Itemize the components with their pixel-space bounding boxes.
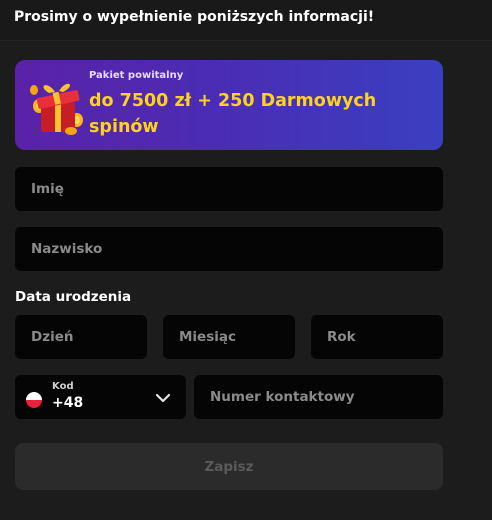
- phone-code-label: Kod: [52, 381, 74, 392]
- dob-day-placeholder: Dzień: [31, 329, 74, 345]
- banner-subtitle: Pakiet powitalny: [89, 70, 184, 81]
- welcome-package-banner: Pakiet powitalny do 7500 zł + 250 Darmow…: [15, 60, 443, 150]
- chevron-down-icon: [155, 393, 171, 403]
- dob-year-placeholder: Rok: [327, 329, 356, 345]
- first-name-field[interactable]: Imię: [15, 167, 443, 211]
- phone-code-value: +48: [52, 395, 84, 411]
- form-title: Prosimy o wypełnienie poniższych informa…: [14, 9, 375, 25]
- first-name-placeholder: Imię: [31, 181, 64, 197]
- dob-day-field[interactable]: Dzień: [15, 315, 147, 359]
- dob-month-placeholder: Miesiąc: [179, 329, 236, 345]
- gift-coins-icon: [30, 83, 83, 135]
- last-name-field[interactable]: Nazwisko: [15, 227, 443, 271]
- phone-number-field[interactable]: Numer kontaktowy: [194, 375, 443, 419]
- last-name-placeholder: Nazwisko: [31, 241, 103, 257]
- dob-month-field[interactable]: Miesiąc: [163, 315, 295, 359]
- dob-year-field[interactable]: Rok: [311, 315, 443, 359]
- poland-flag-icon: [26, 392, 42, 408]
- form-header: Prosimy o wypełnienie poniższych informa…: [0, 0, 492, 41]
- phone-code-select[interactable]: Kod +48: [15, 375, 186, 419]
- submit-button[interactable]: Zapisz: [15, 443, 443, 490]
- phone-number-placeholder: Numer kontaktowy: [210, 389, 355, 405]
- submit-label: Zapisz: [204, 458, 254, 475]
- banner-offer: do 7500 zł + 250 Darmowych spinów: [89, 91, 377, 137]
- dob-label: Data urodzenia: [15, 289, 132, 305]
